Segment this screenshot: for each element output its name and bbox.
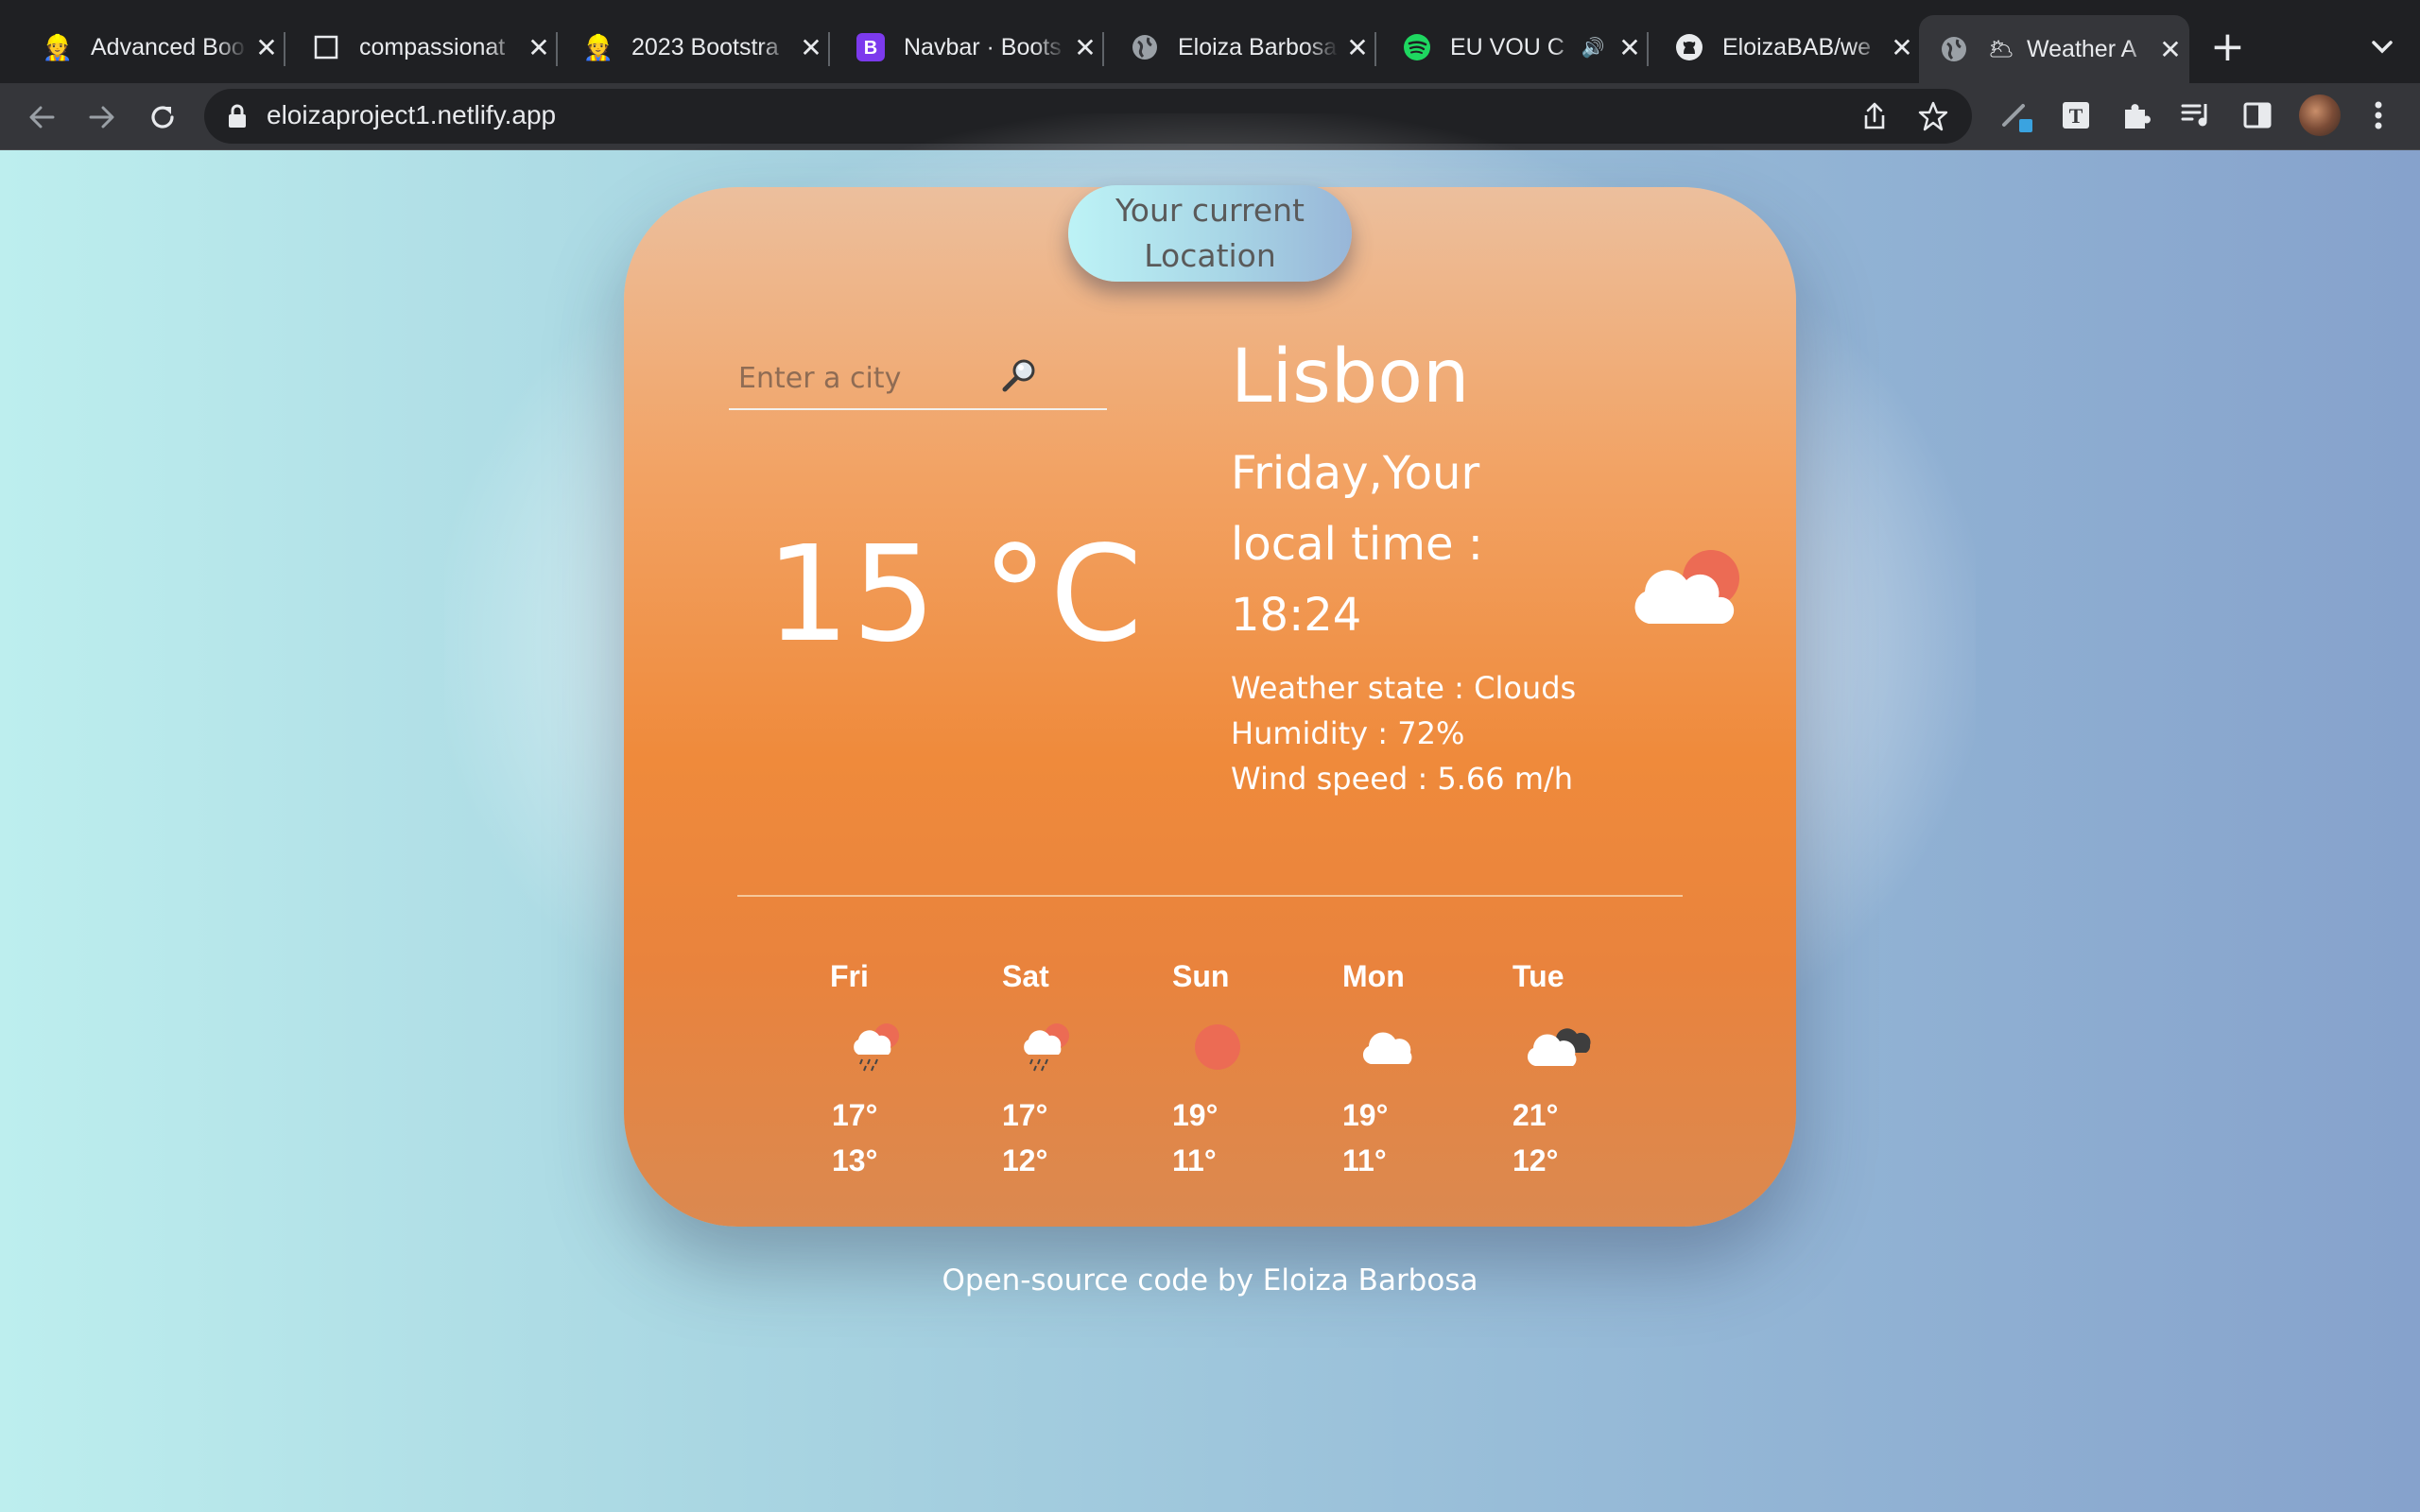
bootstrap-icon: B xyxy=(856,33,885,61)
tab-title: Navbar · Boots xyxy=(904,33,1062,60)
cloud-sun-icon: 🌥 xyxy=(1988,37,2014,60)
more-menu-icon[interactable] xyxy=(2358,94,2399,136)
forecast-day: Tue xyxy=(1512,959,1564,993)
rain-cloud-icon xyxy=(847,1021,913,1077)
bookmark-star-icon[interactable] xyxy=(1917,100,1949,136)
forecast-max-temp: 17° xyxy=(832,1098,878,1132)
close-icon[interactable]: ✕ xyxy=(1066,32,1104,63)
tab-title: 2023 Bootstra xyxy=(631,33,779,60)
tab-navbar-bootstrap[interactable]: B Navbar · Boots ✕ xyxy=(836,15,1104,79)
speaker-icon[interactable]: 🔊 xyxy=(1579,33,1607,61)
forecast-max-temp: 21° xyxy=(1512,1098,1559,1132)
pen-extension-icon[interactable] xyxy=(1996,94,2038,136)
forecast-max-temp: 19° xyxy=(1342,1098,1389,1132)
forecast-max-temp: 17° xyxy=(1002,1098,1048,1132)
forecast-min-temp: 12° xyxy=(1512,1143,1559,1177)
current-location-button[interactable]: Your current Location xyxy=(1068,185,1352,282)
search-icon[interactable] xyxy=(995,355,1043,397)
current-temperature: 15 °C xyxy=(766,518,1145,672)
forecast-day: Mon xyxy=(1342,959,1405,993)
city-name: Lisbon xyxy=(1231,335,1470,420)
local-date-time: Friday,Your local time : 18:24 xyxy=(1231,447,1483,642)
forecast-day: Fri xyxy=(830,959,869,993)
tab-separator xyxy=(828,32,830,66)
rain-cloud-icon xyxy=(1017,1021,1083,1077)
tab-separator xyxy=(556,32,558,66)
tab-title: Weather A xyxy=(2027,35,2137,62)
forecast-min-temp: 12° xyxy=(1002,1143,1048,1177)
forecast-day: Sat xyxy=(1002,959,1049,993)
lock-icon[interactable] xyxy=(227,104,248,132)
close-icon[interactable]: ✕ xyxy=(520,32,558,63)
blank-page-icon xyxy=(312,33,340,61)
sun-icon xyxy=(1189,1021,1255,1077)
tab-title: EloizaBAB/we xyxy=(1722,33,1872,60)
cloud-sun-icon xyxy=(1628,546,1749,629)
user-emoji-icon: 👷 xyxy=(582,32,614,61)
puzzle-extensions-icon[interactable] xyxy=(2116,94,2157,136)
forecast-min-temp: 13° xyxy=(832,1143,878,1177)
tab-separator xyxy=(1374,32,1376,66)
tab-2023-bootstrap[interactable]: 👷 2023 Bootstra ✕ xyxy=(563,15,830,79)
tab-search-icon[interactable] xyxy=(2363,28,2401,66)
reload-icon[interactable] xyxy=(142,96,183,138)
tab-title: EU VOU C xyxy=(1450,33,1564,60)
share-icon[interactable] xyxy=(1858,100,1891,136)
forecast-min-temp: 11° xyxy=(1342,1143,1387,1177)
weather-details: Weather state : Clouds Humidity : 72% Wi… xyxy=(1231,665,1576,801)
tab-title: compassionat xyxy=(359,33,506,60)
city-search-form xyxy=(729,348,1107,410)
dark-cloud-icon xyxy=(1524,1021,1591,1077)
tab-separator xyxy=(1102,32,1104,66)
forecast-divider xyxy=(737,895,1683,897)
globe-icon xyxy=(1131,33,1159,61)
forecast-min-temp: 11° xyxy=(1172,1143,1217,1177)
cloud-icon xyxy=(1357,1021,1424,1077)
forecast-day: Sun xyxy=(1172,959,1230,993)
tab-advanced-bootstrap[interactable]: 👷 Advanced Boo ✕ xyxy=(23,15,285,79)
tab-spotify[interactable]: EU VOU C 🔊 ✕ xyxy=(1382,15,1649,79)
url-text[interactable]: eloizaproject1.netlify.app xyxy=(267,100,556,130)
side-panel-icon[interactable] xyxy=(2237,94,2278,136)
tab-title: Advanced Boo xyxy=(91,33,245,60)
new-tab-button[interactable]: + xyxy=(2210,25,2245,70)
text-extension-icon[interactable]: T xyxy=(2055,94,2097,136)
close-icon[interactable]: ✕ xyxy=(1339,32,1376,63)
globe-icon xyxy=(1940,35,1968,63)
humidity: Humidity : 72% xyxy=(1231,715,1465,751)
forward-icon[interactable] xyxy=(81,96,123,138)
tab-weather-app[interactable]: 🌥 Weather A ✕ xyxy=(1919,15,2189,83)
tab-github[interactable]: EloizaBAB/we ✕ xyxy=(1654,15,1921,79)
tab-separator xyxy=(284,32,285,66)
close-icon[interactable]: ✕ xyxy=(1611,32,1649,63)
profile-avatar[interactable] xyxy=(2299,94,2341,136)
github-icon xyxy=(1675,33,1703,61)
close-icon[interactable]: ✕ xyxy=(1883,32,1921,63)
tab-title: Eloiza Barbosa xyxy=(1178,33,1338,60)
weather-state: Weather state : Clouds xyxy=(1231,670,1577,706)
close-icon[interactable]: ✕ xyxy=(2152,34,2189,65)
media-control-icon[interactable] xyxy=(2176,94,2218,136)
footer: Open-source code by Eloiza Barbosa xyxy=(0,1263,2420,1297)
tab-separator xyxy=(1647,32,1649,66)
spotify-icon xyxy=(1403,33,1431,61)
close-icon[interactable]: ✕ xyxy=(248,32,285,63)
tab-compassionate[interactable]: compassionat ✕ xyxy=(291,15,558,79)
svg-text:T: T xyxy=(2069,104,2083,128)
open-source-link[interactable]: Open-source code by Eloiza Barbosa xyxy=(942,1263,1478,1297)
city-search-input[interactable] xyxy=(736,353,986,403)
close-icon[interactable]: ✕ xyxy=(792,32,830,63)
wind-speed: Wind speed : 5.66 m/h xyxy=(1231,761,1574,797)
back-icon[interactable] xyxy=(21,96,62,138)
user-emoji-icon: 👷 xyxy=(42,32,74,61)
svg-text:B: B xyxy=(864,38,877,59)
tab-eloiza-barbosa[interactable]: Eloiza Barbosa ✕ xyxy=(1110,15,1376,79)
forecast-max-temp: 19° xyxy=(1172,1098,1219,1132)
tab-strip: 👷 Advanced Boo ✕ compassionat ✕ 👷 2023 B… xyxy=(0,0,2420,83)
